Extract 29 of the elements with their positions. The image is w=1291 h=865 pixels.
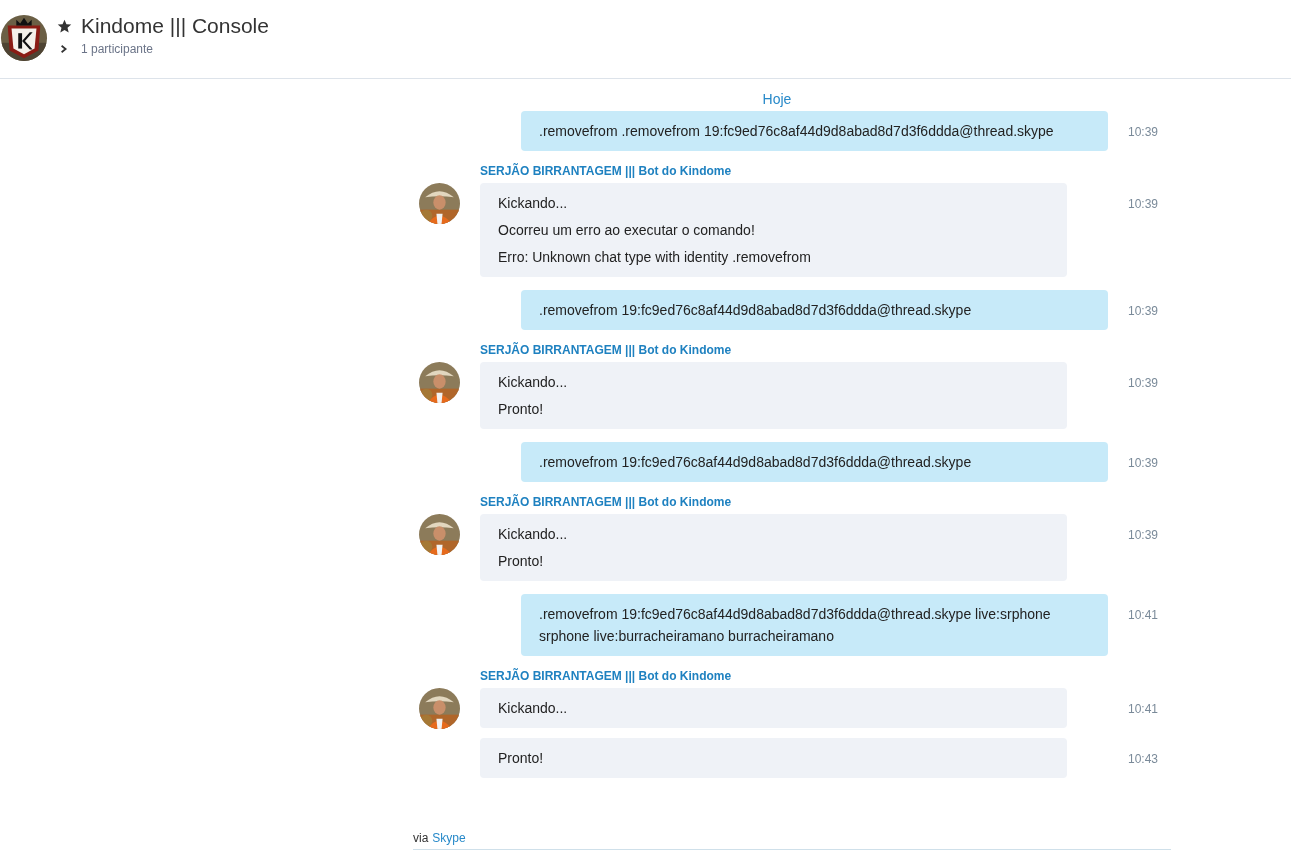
message-time: 10:43 [1128,752,1159,766]
message-time: 10:39 [1128,528,1159,542]
message-bubble: Kickando... Pronto! [480,362,1067,429]
chat-title: Kindome ||| Console [81,14,269,38]
date-divider: Hoje [762,91,792,107]
message-bubble: Kickando... [480,688,1067,728]
message-bubble: Kickando... Pronto! [480,514,1067,581]
star-icon[interactable] [57,18,72,34]
message-time: 10:39 [1128,304,1159,318]
sender-name[interactable]: SERJÃO BIRRANTAGEM ||| Bot do Kindome [480,343,1171,357]
sender-name[interactable]: SERJÃO BIRRANTAGEM ||| Bot do Kindome [480,669,1171,683]
message-bubble: .removefrom .removefrom 19:fc9ed76c8af44d9d8abad8d7d3f6ddda@thread.skype [521,111,1108,151]
participant-count[interactable]: 1 participante [81,42,154,56]
message-time: 10:39 [1128,456,1159,470]
message-bubble: .removefrom 19:fc9ed76c8af44d9d8abad8d7d3f6ddda@thread.skype live:srphone srphone live:burracheiramano burracheiramano [521,594,1108,656]
chevron-icon[interactable] [60,44,68,54]
message-bubble: Kickando... Ocorreu um erro ao executar o comando! Erro: Unknown chat type with identity .removefrom [480,183,1067,277]
sender-name[interactable]: SERJÃO BIRRANTAGEM ||| Bot do Kindome [480,164,1171,178]
message-time: 10:41 [1128,702,1159,716]
message-time: 10:39 [1128,376,1159,390]
message-bubble: .removefrom 19:fc9ed76c8af44d9d8abad8d7d3f6ddda@thread.skype [521,442,1108,482]
message-time: 10:39 [1128,197,1159,211]
message-bubble: Pronto! [480,738,1067,778]
footer-text: via [413,831,429,845]
sender-name[interactable]: SERJÃO BIRRANTAGEM ||| Bot do Kindome [480,495,1171,509]
message-time: 10:39 [1128,125,1159,139]
message-bubble: .removefrom 19:fc9ed76c8af44d9d8abad8d7d3f6ddda@thread.skype [521,290,1108,330]
skype-link[interactable]: Skype [432,831,466,845]
message-time: 10:41 [1128,608,1159,622]
